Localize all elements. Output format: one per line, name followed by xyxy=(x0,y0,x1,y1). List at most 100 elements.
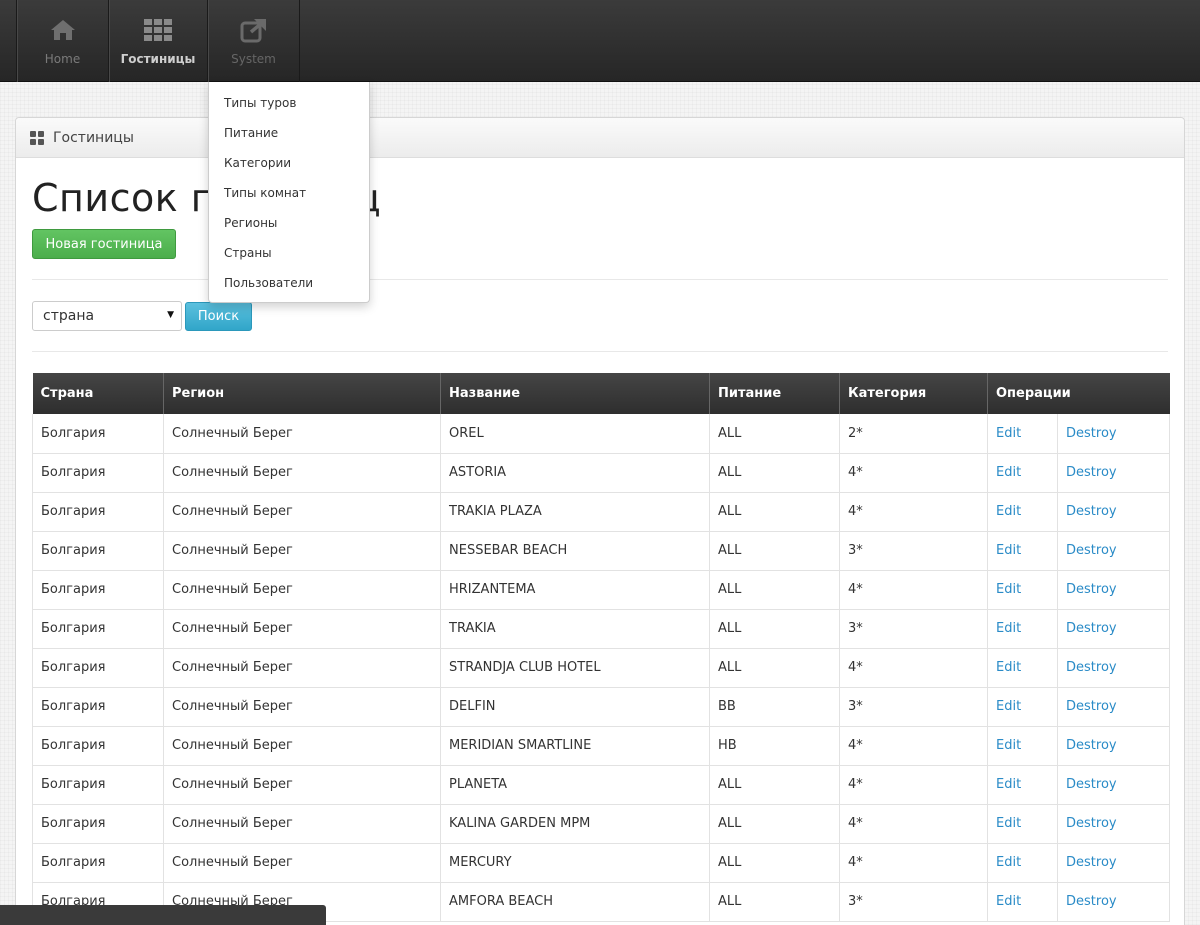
cell-region: Солнечный Берег xyxy=(163,453,441,493)
table-row: Болгария Солнечный Берег MERCURY ALL 4* Edit D… xyxy=(32,843,1171,883)
cell-category: 3* xyxy=(839,609,988,649)
search-button[interactable]: Поиск xyxy=(185,302,252,331)
divider xyxy=(32,279,1168,280)
hotels-panel: Гостиницы Список гостиниц Новая гостиниц… xyxy=(15,117,1185,925)
cell-region: Солнечный Берег xyxy=(163,765,441,805)
country-select[interactable]: страна ▼ xyxy=(32,301,182,331)
cell-edit: Edit xyxy=(987,843,1058,883)
cell-edit: Edit xyxy=(987,648,1058,688)
cell-name: TRAKIA xyxy=(440,609,710,649)
destroy-link[interactable]: Destroy xyxy=(1066,738,1117,753)
destroy-link[interactable]: Destroy xyxy=(1066,855,1117,870)
destroy-link[interactable]: Destroy xyxy=(1066,777,1117,792)
edit-link[interactable]: Edit xyxy=(996,855,1021,870)
cell-destroy: Destroy xyxy=(1057,414,1171,454)
cell-name: HRIZANTEMA xyxy=(440,570,710,610)
table-row: Болгария Солнечный Берег KALINA GARDEN MPM… xyxy=(32,804,1171,844)
cell-region: Солнечный Берег xyxy=(163,804,441,844)
cell-region: Солнечный Берег xyxy=(163,687,441,727)
nav-list: Home Гостиницы System xyxy=(16,0,300,82)
table-row: Болгария Солнечный Берег MERIDIAN SMARTLIN… xyxy=(32,726,1171,766)
cell-food: ALL xyxy=(709,570,840,610)
edit-link[interactable]: Edit xyxy=(996,543,1021,558)
home-icon xyxy=(48,16,78,44)
cell-category: 4* xyxy=(839,843,988,883)
destroy-link[interactable]: Destroy xyxy=(1066,543,1117,558)
cell-country: Болгария xyxy=(32,492,164,532)
new-hotel-button[interactable]: Новая гостиница xyxy=(32,229,176,259)
edit-link[interactable]: Edit xyxy=(996,660,1021,675)
edit-link[interactable]: Edit xyxy=(996,816,1021,831)
destroy-link[interactable]: Destroy xyxy=(1066,894,1117,909)
edit-link[interactable]: Edit xyxy=(996,699,1021,714)
cell-destroy: Destroy xyxy=(1057,570,1171,610)
column-header-region: Регион xyxy=(163,373,441,414)
edit-link[interactable]: Edit xyxy=(996,426,1021,441)
nav-item-hotels[interactable]: Гостиницы xyxy=(108,0,207,82)
cell-country: Болгария xyxy=(32,648,164,688)
cell-food: ALL xyxy=(709,453,840,493)
cell-edit: Edit xyxy=(987,765,1058,805)
nav-item-system[interactable]: System xyxy=(207,0,300,82)
cell-destroy: Destroy xyxy=(1057,609,1171,649)
menu-item-food[interactable]: Питание xyxy=(209,118,369,148)
column-header-category: Категория xyxy=(839,373,988,414)
cell-region: Солнечный Берег xyxy=(163,609,441,649)
cell-edit: Edit xyxy=(987,570,1058,610)
menu-item-tour-types[interactable]: Типы туров xyxy=(209,88,369,118)
edit-link[interactable]: Edit xyxy=(996,465,1021,480)
cell-edit: Edit xyxy=(987,414,1058,454)
cell-edit: Edit xyxy=(987,804,1058,844)
edit-link[interactable]: Edit xyxy=(996,894,1021,909)
cell-name: KALINA GARDEN MPM xyxy=(440,804,710,844)
cell-edit: Edit xyxy=(987,609,1058,649)
nav-item-home[interactable]: Home xyxy=(16,0,108,82)
cell-name: AMFORA BEACH xyxy=(440,882,710,922)
cell-country: Болгария xyxy=(32,765,164,805)
cell-country: Болгария xyxy=(32,453,164,493)
destroy-link[interactable]: Destroy xyxy=(1066,426,1117,441)
edit-link[interactable]: Edit xyxy=(996,504,1021,519)
cell-region: Солнечный Берег xyxy=(163,726,441,766)
cell-name: NESSEBAR BEACH xyxy=(440,531,710,571)
cell-destroy: Destroy xyxy=(1057,492,1171,532)
cell-region: Солнечный Берег xyxy=(163,414,441,454)
destroy-link[interactable]: Destroy xyxy=(1066,699,1117,714)
menu-item-regions[interactable]: Регионы xyxy=(209,208,369,238)
edit-link[interactable]: Edit xyxy=(996,582,1021,597)
destroy-link[interactable]: Destroy xyxy=(1066,660,1117,675)
destroy-link[interactable]: Destroy xyxy=(1066,621,1117,636)
table-row: Болгария Солнечный Берег OREL ALL 2* Edit Dest… xyxy=(32,414,1171,454)
destroy-link[interactable]: Destroy xyxy=(1066,465,1117,480)
external-link-icon xyxy=(239,16,269,44)
cell-edit: Edit xyxy=(987,492,1058,532)
cell-destroy: Destroy xyxy=(1057,843,1171,883)
destroy-link[interactable]: Destroy xyxy=(1066,816,1117,831)
cell-food: BB xyxy=(709,687,840,727)
edit-link[interactable]: Edit xyxy=(996,738,1021,753)
destroy-link[interactable]: Destroy xyxy=(1066,504,1117,519)
menu-item-countries[interactable]: Страны xyxy=(209,238,369,268)
menu-item-categories[interactable]: Категории xyxy=(209,148,369,178)
edit-link[interactable]: Edit xyxy=(996,621,1021,636)
cell-country: Болгария xyxy=(32,687,164,727)
column-header-operations: Операции xyxy=(987,373,1170,414)
table-body: Болгария Солнечный Берег OREL ALL 2* Edit Dest… xyxy=(32,414,1171,922)
menu-item-users[interactable]: Пользователи xyxy=(209,268,369,298)
cell-food: HB xyxy=(709,726,840,766)
cell-category: 4* xyxy=(839,648,988,688)
cell-destroy: Destroy xyxy=(1057,765,1171,805)
menu-item-room-types[interactable]: Типы комнат xyxy=(209,178,369,208)
cell-country: Болгария xyxy=(32,570,164,610)
table-row: Болгария Солнечный Берег TRAKIA ALL 3* Edit De… xyxy=(32,609,1171,649)
cell-name: MERIDIAN SMARTLINE xyxy=(440,726,710,766)
cell-food: ALL xyxy=(709,765,840,805)
cell-region: Солнечный Берег xyxy=(163,531,441,571)
cell-name: ASTORIA xyxy=(440,453,710,493)
column-header-name: Название xyxy=(440,373,710,414)
edit-link[interactable]: Edit xyxy=(996,777,1021,792)
destroy-link[interactable]: Destroy xyxy=(1066,582,1117,597)
nav-label-system: System xyxy=(231,52,276,66)
cell-category: 4* xyxy=(839,804,988,844)
cell-country: Болгария xyxy=(32,804,164,844)
